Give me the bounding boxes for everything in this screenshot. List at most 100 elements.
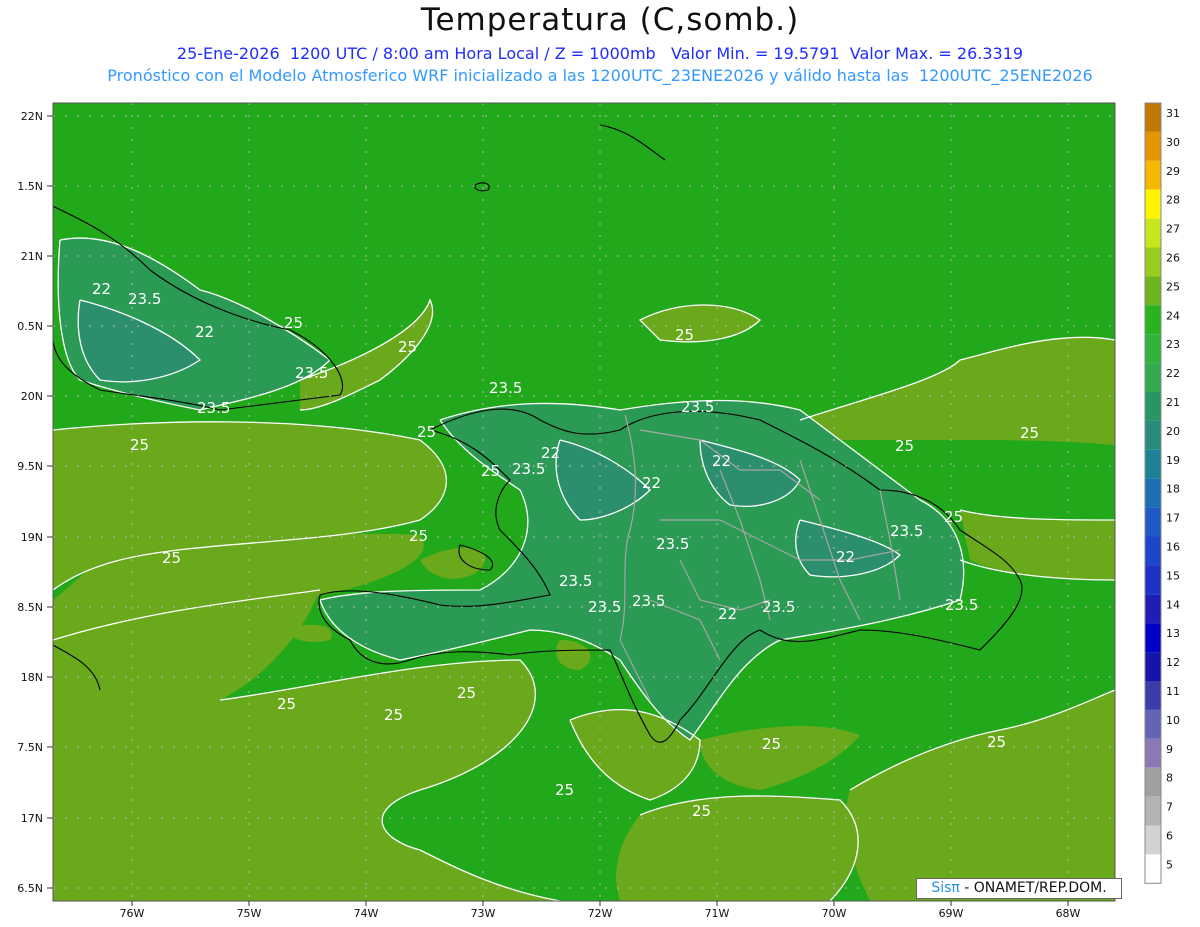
colorbar-swatch — [1145, 160, 1161, 190]
contour-label: 25 — [277, 695, 296, 713]
colorbar-swatch — [1145, 420, 1161, 450]
colorbar-swatch — [1145, 825, 1161, 855]
lat-tick-label: 17N — [21, 812, 43, 825]
contour-label: 23.5 — [512, 460, 545, 478]
contour-label: 23.5 — [656, 535, 689, 553]
contour-label: 22 — [718, 605, 737, 623]
colorbar-swatch — [1145, 854, 1161, 884]
colorbar-label: 9 — [1166, 743, 1173, 756]
colorbar-swatch — [1145, 738, 1161, 768]
lat-axis: 22N 1.5N 21N 0.5N 20N 9.5N 19N 8.5N 18N … — [17, 110, 43, 895]
lat-tick-label: 1.5N — [17, 180, 43, 193]
model-info-line: Pronóstico con el Modelo Atmosferico WRF… — [107, 66, 1093, 85]
colorbar-swatch — [1145, 218, 1161, 248]
colorbar-label: 30 — [1166, 136, 1180, 149]
colorbar-swatch — [1145, 189, 1161, 219]
lon-tick-label: 72W — [588, 907, 613, 920]
lat-tick-label: 19N — [21, 531, 43, 544]
colorbar-swatch — [1145, 507, 1161, 537]
colorbar-label: 20 — [1166, 425, 1180, 438]
colorbar-swatch — [1145, 709, 1161, 739]
colorbar-swatch — [1145, 652, 1161, 681]
colorbar-swatch — [1145, 392, 1161, 421]
lat-ticks — [47, 115, 53, 889]
contour-label: 22 — [92, 280, 111, 298]
contour-label: 22 — [195, 323, 214, 341]
contour-label: 22 — [642, 474, 661, 492]
contour-label: 23.5 — [489, 379, 522, 397]
colorbar-label: 7 — [1166, 801, 1173, 814]
temperature-map: 22 23.5 22 25 25 23.5 23.5 25 23.5 25 23… — [17, 102, 1180, 920]
contour-label: 25 — [162, 549, 181, 567]
colorbar-label: 14 — [1166, 598, 1180, 611]
contour-label: 22 — [541, 444, 560, 462]
contour-label: 23.5 — [890, 522, 923, 540]
colorbar-swatch — [1145, 565, 1161, 595]
contour-label: 23.5 — [632, 592, 665, 610]
lat-tick-label: 8.5N — [17, 601, 43, 614]
lat-tick-label: 7.5N — [17, 741, 43, 754]
colorbar-label: 22 — [1166, 367, 1180, 380]
colorbar-swatch — [1145, 681, 1161, 710]
colorbar-swatch — [1145, 276, 1161, 306]
colorbar-label: 13 — [1166, 627, 1180, 640]
contour-label: 25 — [481, 462, 500, 480]
lon-ticks — [131, 901, 1069, 906]
colorbar-label: 26 — [1166, 252, 1180, 265]
contour-label: 23.5 — [588, 598, 621, 616]
contour-label: 25 — [987, 733, 1006, 751]
colorbar-label: 11 — [1166, 685, 1180, 698]
contour-label: 23.5 — [295, 364, 328, 382]
lat-tick-label: 18N — [21, 671, 43, 684]
contour-label: 25 — [284, 314, 303, 332]
contour-label: 25 — [692, 802, 711, 820]
lon-tick-label: 74W — [354, 907, 379, 920]
contour-label: 23.5 — [945, 596, 978, 614]
lon-tick-label: 73W — [471, 907, 496, 920]
colorbar-label: 19 — [1166, 454, 1180, 467]
lat-tick-label: 22N — [21, 110, 43, 123]
colorbar-label: 6 — [1166, 830, 1173, 843]
colorbar-label: 31 — [1166, 107, 1180, 120]
colorbar-label: 12 — [1166, 656, 1180, 669]
contour-label: 22 — [712, 452, 731, 470]
contour-label: 22 — [836, 548, 855, 566]
colorbar-swatch — [1145, 131, 1161, 161]
colorbar-label: 23 — [1166, 338, 1180, 351]
lon-tick-label: 76W — [120, 907, 145, 920]
lat-tick-label: 20N — [21, 390, 43, 403]
colorbar-swatch — [1145, 767, 1161, 797]
colorbar-label: 5 — [1166, 858, 1173, 871]
colorbar-swatch — [1145, 305, 1161, 335]
colorbar-label: 18 — [1166, 483, 1180, 496]
contour-label: 23.5 — [128, 290, 161, 308]
lat-tick-label: 6.5N — [17, 882, 43, 895]
contour-label: 25 — [398, 338, 417, 356]
contour-label: 25 — [417, 423, 436, 441]
lon-tick-label: 75W — [237, 907, 262, 920]
contour-label: 23.5 — [197, 399, 230, 417]
lat-tick-label: 9.5N — [17, 460, 43, 473]
lon-tick-label: 71W — [705, 907, 730, 920]
colorbar-label: 29 — [1166, 165, 1180, 178]
contour-label: 25 — [384, 706, 403, 724]
colorbar-swatch — [1145, 478, 1161, 508]
lon-tick-label: 69W — [939, 907, 964, 920]
colorbar-label: 28 — [1166, 194, 1180, 207]
contour-label: 25 — [457, 684, 476, 702]
colorbar-swatch — [1145, 103, 1161, 132]
colorbar-label: 10 — [1166, 714, 1180, 727]
contour-label: 25 — [1020, 424, 1039, 442]
colorbar-label: 16 — [1166, 541, 1180, 554]
colorbar-label: 27 — [1166, 223, 1180, 236]
colorbar-swatch — [1145, 536, 1161, 566]
contour-label: 25 — [895, 437, 914, 455]
colorbar-label: 24 — [1166, 309, 1180, 322]
colorbar-swatch — [1145, 449, 1161, 479]
colorbar-swatch — [1145, 334, 1161, 364]
colorbar-label: 15 — [1166, 569, 1180, 582]
colorbar-label: 21 — [1166, 396, 1180, 409]
contour-label: 23.5 — [559, 572, 592, 590]
contour-label: 23.5 — [762, 598, 795, 616]
colorbar: 31 30 29 28 27 26 25 24 23 22 21 20 19 18 17 16 15 14 13 12… — [1144, 102, 1180, 884]
